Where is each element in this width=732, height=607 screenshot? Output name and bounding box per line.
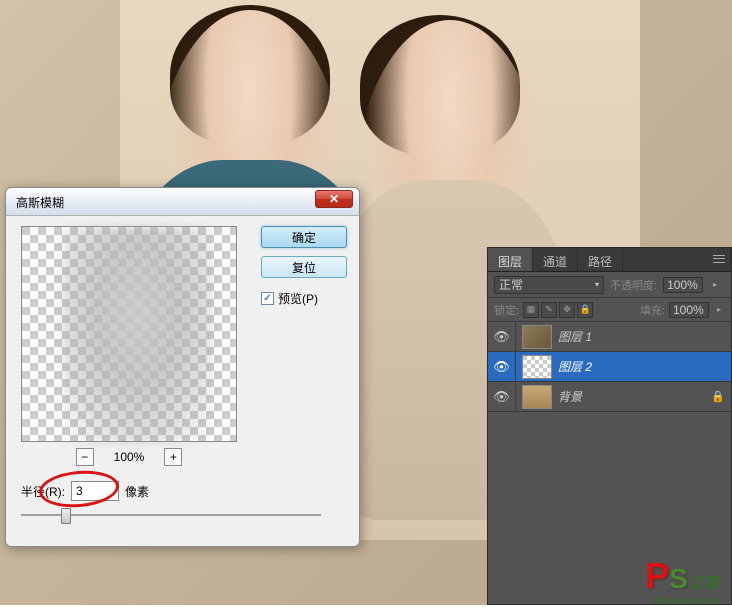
opacity-label: 不透明度: <box>610 277 657 293</box>
watermark: P S 之家 <box>645 555 722 597</box>
lock-position-icon[interactable]: ✥ <box>559 302 575 318</box>
gaussian-blur-dialog: 高斯模糊 ✕ − 100% + 半径(R): 像素 确定 复位 ✓ 预 <box>5 187 360 547</box>
preview-content <box>62 227 212 443</box>
radius-slider[interactable] <box>21 506 321 524</box>
layer-item[interactable]: 👁 图层 1 <box>488 322 731 352</box>
tab-paths[interactable]: 路径 <box>578 248 623 271</box>
layer-thumbnail[interactable] <box>522 355 552 379</box>
close-button[interactable]: ✕ <box>315 190 353 208</box>
preview-checkbox-row: ✓ 预览(P) <box>261 290 347 307</box>
lock-all-icon[interactable]: 🔒 <box>577 302 593 318</box>
watermark-url: Phome.com.cn <box>653 596 720 607</box>
watermark-s: S <box>669 563 688 595</box>
blend-row: 正常 ▾ 不透明度: 100% ▸ <box>488 272 731 298</box>
visibility-toggle[interactable]: 👁 <box>488 382 516 411</box>
lock-transparency-icon[interactable]: ▦ <box>523 302 539 318</box>
chevron-down-icon: ▾ <box>595 280 599 289</box>
layers-panel: 图层 通道 路径 正常 ▾ 不透明度: 100% ▸ 锁定: ▦ ✎ ✥ 🔒 填… <box>487 247 732 605</box>
layer-name[interactable]: 图层 2 <box>558 358 731 375</box>
dialog-body: − 100% + 半径(R): 像素 确定 复位 ✓ 预览(P) <box>6 216 359 546</box>
slider-thumb[interactable] <box>61 508 71 524</box>
preview-label: 预览(P) <box>278 290 318 307</box>
reset-button[interactable]: 复位 <box>261 256 347 278</box>
fill-label: 填充: <box>640 302 665 318</box>
visibility-toggle[interactable]: 👁 <box>488 352 516 381</box>
lock-label: 锁定: <box>494 302 519 318</box>
panel-tabs: 图层 通道 路径 <box>488 248 731 272</box>
layer-thumbnail[interactable] <box>522 385 552 409</box>
zoom-out-button[interactable]: − <box>76 448 94 466</box>
blend-mode-select[interactable]: 正常 ▾ <box>494 276 604 294</box>
zoom-controls: − 100% + <box>21 448 237 466</box>
ok-button[interactable]: 确定 <box>261 226 347 248</box>
fill-arrow-icon[interactable]: ▸ <box>713 305 725 314</box>
lock-icon: 🔒 <box>711 390 731 403</box>
layer-item[interactable]: 👁 背景 🔒 <box>488 382 731 412</box>
dialog-title: 高斯模糊 <box>16 196 64 210</box>
opacity-input[interactable]: 100% <box>663 277 703 293</box>
layer-name[interactable]: 背景 <box>558 388 711 405</box>
zoom-value: 100% <box>114 450 145 464</box>
layer-thumbnail[interactable] <box>522 325 552 349</box>
lock-buttons: ▦ ✎ ✥ 🔒 <box>523 302 593 318</box>
fill-input[interactable]: 100% <box>669 302 709 318</box>
preview-checkbox[interactable]: ✓ <box>261 292 274 305</box>
tab-channels[interactable]: 通道 <box>533 248 578 271</box>
close-icon: ✕ <box>329 192 339 206</box>
tab-layers[interactable]: 图层 <box>488 248 533 271</box>
radius-unit: 像素 <box>125 483 149 500</box>
lock-paint-icon[interactable]: ✎ <box>541 302 557 318</box>
opacity-arrow-icon[interactable]: ▸ <box>709 280 721 289</box>
preview-box[interactable] <box>21 226 237 442</box>
panel-menu-icon[interactable] <box>711 252 727 266</box>
watermark-p: P <box>645 555 669 597</box>
dialog-buttons: 确定 复位 ✓ 预览(P) <box>261 226 347 307</box>
layer-name[interactable]: 图层 1 <box>558 328 731 345</box>
watermark-text: 之家 <box>690 569 722 593</box>
annotation-circle <box>38 468 121 511</box>
zoom-in-button[interactable]: + <box>164 448 182 466</box>
visibility-toggle[interactable]: 👁 <box>488 322 516 351</box>
lock-row: 锁定: ▦ ✎ ✥ 🔒 填充: 100% ▸ <box>488 298 731 322</box>
dialog-titlebar[interactable]: 高斯模糊 ✕ <box>6 188 359 216</box>
layer-item[interactable]: 👁 图层 2 <box>488 352 731 382</box>
